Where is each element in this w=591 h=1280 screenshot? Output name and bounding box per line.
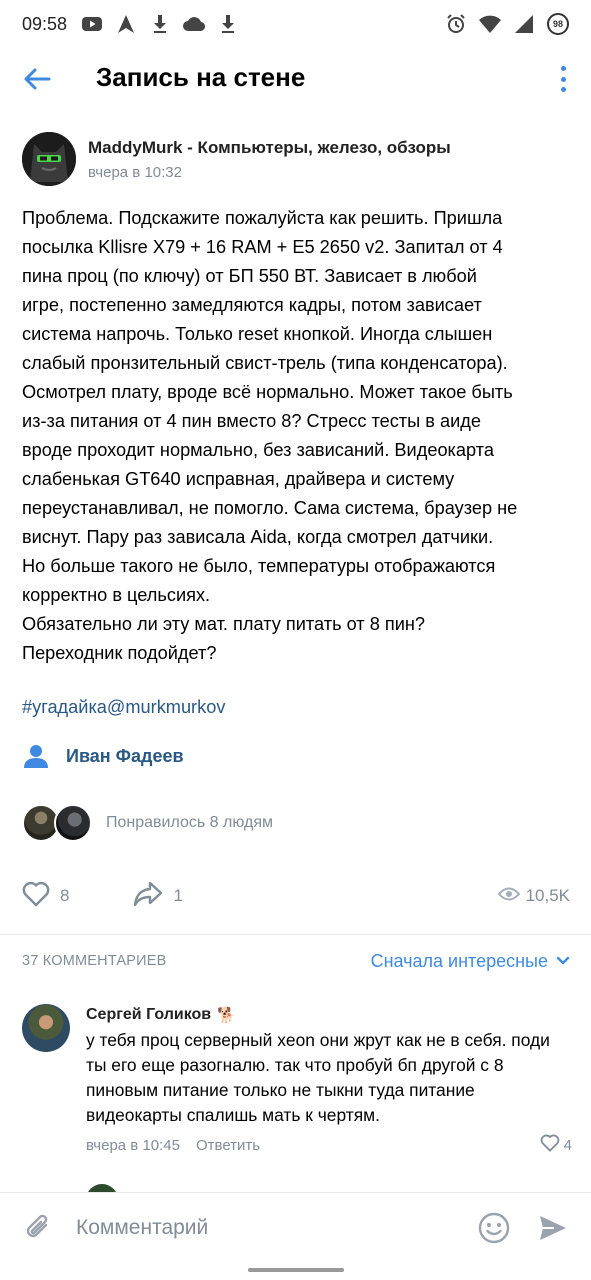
battery-icon: 98 — [547, 13, 569, 35]
attach-icon[interactable] — [22, 1212, 54, 1244]
share-icon — [133, 881, 163, 912]
share-button[interactable]: 1 — [133, 881, 183, 912]
chevron-down-icon — [556, 956, 570, 966]
sort-label: Сначала интересные — [370, 950, 548, 971]
emoji-icon[interactable] — [477, 1211, 511, 1245]
share-count: 1 — [173, 886, 183, 905]
youtube-icon — [81, 13, 103, 35]
post-date: вчера в 10:32 — [88, 163, 182, 181]
views-counter: 10,5K — [497, 886, 570, 907]
liked-by[interactable]: Понравилось 8 людям — [22, 804, 273, 842]
post-actions: 8 1 10,5K — [22, 878, 570, 914]
app-header: Запись на стене — [0, 48, 591, 108]
cloud-icon — [183, 13, 206, 35]
comment-like-button[interactable]: 4 — [540, 1134, 572, 1156]
author-name[interactable]: MaddyMurk - Компьютеры, железо, обзоры — [88, 138, 451, 158]
views-count: 10,5K — [525, 886, 570, 905]
download-icon — [217, 13, 239, 35]
navigation-icon — [115, 13, 137, 35]
comment-text: у тебя проц серверный xeon они жрут как … — [86, 1030, 550, 1125]
page-title: Запись на стене — [96, 62, 306, 92]
divider — [0, 934, 591, 935]
eye-icon — [497, 886, 520, 907]
post-hashtag[interactable]: #угадайка@murkmurkov — [22, 697, 225, 718]
status-bar: 09:58 98 — [0, 0, 591, 48]
more-options-icon[interactable] — [557, 64, 569, 94]
post-author[interactable]: MaddyMurk - Компьютеры, железо, обзоры в… — [22, 132, 451, 186]
liked-by-text[interactable]: Понравилось 8 людям — [106, 814, 273, 832]
user-icon — [22, 742, 50, 770]
alarm-icon — [445, 13, 467, 35]
commenter-name-text[interactable]: Сергей Голиков — [86, 1006, 211, 1024]
commenter-name[interactable]: Сергей Голиков 🐕 — [86, 1006, 572, 1024]
like-count: 8 — [60, 886, 70, 905]
commenter-avatar[interactable] — [22, 1004, 70, 1052]
sort-dropdown[interactable]: Сначала интересные — [371, 951, 570, 972]
status-right-icons: 98 — [445, 13, 569, 35]
comments-count: 37 КОММЕНТАРИЕВ — [22, 953, 167, 969]
comment-input[interactable]: Комментарий — [76, 1216, 208, 1240]
wifi-icon — [479, 13, 501, 35]
post-signer[interactable]: Иван Фадеев — [22, 742, 184, 770]
like-button[interactable]: 8 — [22, 881, 69, 912]
heart-icon — [540, 1134, 560, 1156]
dog-badge-icon: 🐕 — [217, 1007, 236, 1024]
liker-avatar[interactable] — [54, 804, 92, 842]
signal-icon — [513, 13, 535, 35]
heart-icon — [22, 881, 50, 912]
comment-like-count: 4 — [563, 1136, 572, 1154]
comments-header: 37 КОММЕНТАРИЕВ Сначала интересные — [22, 944, 570, 978]
post-text: Проблема. Подскажите пожалуйста как реши… — [22, 208, 518, 663]
reply-button[interactable]: Ответить — [196, 1137, 260, 1154]
comment-date: вчера в 10:45 — [86, 1136, 180, 1154]
author-avatar[interactable] — [22, 132, 76, 186]
back-arrow-icon[interactable] — [22, 64, 52, 94]
status-left-icons — [81, 13, 239, 35]
gesture-bar — [248, 1268, 344, 1272]
send-icon[interactable] — [537, 1212, 569, 1244]
comment-composer: Комментарий — [0, 1192, 591, 1262]
status-time: 09:58 — [22, 13, 68, 34]
download-icon — [149, 13, 171, 35]
signer-name[interactable]: Иван Фадеев — [66, 746, 184, 767]
